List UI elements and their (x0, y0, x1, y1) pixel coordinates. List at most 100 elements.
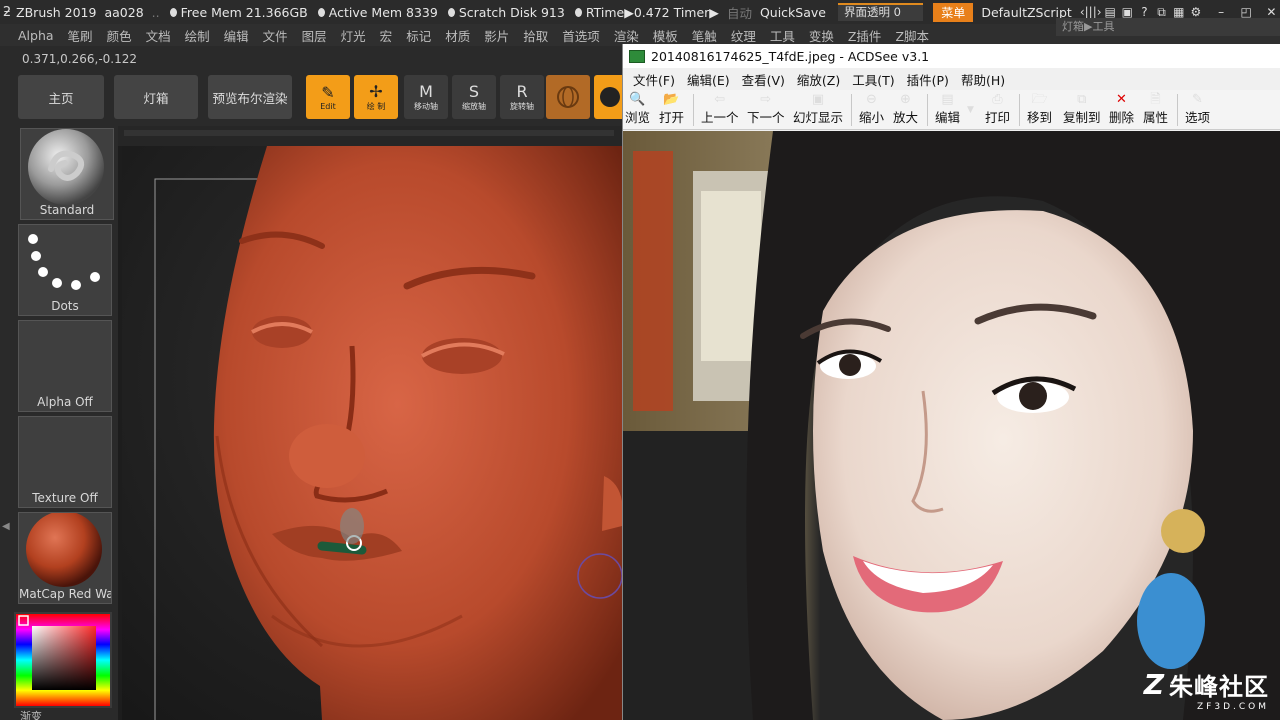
menu-zscript[interactable]: Z脚本 (888, 26, 936, 45)
edit-button[interactable]: ✎ Edit (306, 75, 350, 119)
rotate-button[interactable]: R 旋转轴 (500, 75, 544, 119)
active-mem: Active Mem 8339 (328, 4, 438, 20)
move-to-button[interactable]: 🗁 移到 (1027, 92, 1052, 126)
lightbox-tool-tab[interactable]: 灯箱▶工具 (1056, 18, 1280, 36)
previous-button[interactable]: ⇦ 上一个 (701, 92, 739, 126)
settings-icon[interactable]: ⚙ (1187, 5, 1204, 19)
menu-picker[interactable]: 拾取 (516, 26, 555, 45)
move-button[interactable]: M 移动轴 (404, 75, 448, 119)
menu-draw[interactable]: 绘制 (178, 26, 217, 45)
acd-menu-plugins[interactable]: 插件(P) (901, 70, 955, 89)
menu-edit[interactable]: 编辑 (217, 26, 256, 45)
sculpt-head-model[interactable] (122, 146, 622, 720)
tray-collapse-icon[interactable]: ◀ (2, 521, 10, 532)
preview-boolean-render-button[interactable]: 预览布尔渲染 (208, 75, 292, 119)
photo-reference-image[interactable]: Z 朱峰社区 ZF3D.COM (623, 131, 1280, 720)
close-icon[interactable]: ✕ (1263, 5, 1280, 19)
zoom-in-button[interactable]: ⊕ 放大 (893, 92, 918, 126)
menu-alpha[interactable]: Alpha (0, 28, 61, 43)
home-button[interactable]: 主页 (18, 75, 104, 119)
zbrush-logo-icon: ƻ (2, 4, 12, 20)
maximize-icon[interactable]: ◰ (1238, 5, 1255, 19)
toolbar-separator (851, 94, 852, 126)
slideshow-button[interactable]: ▣ 幻灯显示 (793, 92, 843, 126)
properties-button[interactable]: 🗎 属性 (1143, 92, 1168, 126)
swatch-icon[interactable]: ▣ (1119, 5, 1136, 19)
alpha-selector[interactable]: Alpha Off (18, 320, 112, 412)
options-button[interactable]: ✎ 选项 (1185, 92, 1210, 126)
portrait-photo (623, 131, 1280, 720)
menu-stroke[interactable]: 笔触 (685, 26, 724, 45)
browse-button[interactable]: 🔍 浏览 (625, 92, 650, 126)
menu-layer[interactable]: 图层 (295, 26, 334, 45)
layout-icon[interactable]: ▤ (1102, 5, 1119, 19)
lightbox-button[interactable]: 灯箱 (114, 75, 198, 119)
menu-file[interactable]: 文件 (256, 26, 295, 45)
user-name: aa028 (104, 4, 144, 20)
menu-stencil[interactable]: 模板 (646, 26, 685, 45)
floor-button[interactable] (594, 75, 622, 119)
menu-toggle-button[interactable]: 菜单 (933, 2, 974, 22)
acdsee-window[interactable]: 20140816174625_T4fdE.jpeg - ACDSee v3.1 … (622, 44, 1280, 720)
menu-render[interactable]: 渲染 (607, 26, 646, 45)
print-button[interactable]: ⎙ 打印 (985, 92, 1010, 126)
chevron-down-icon: ▼ (967, 105, 974, 115)
brush-selector[interactable]: Standard (20, 128, 114, 220)
site-watermark: Z 朱峰社区 ZF3D.COM (1144, 667, 1269, 712)
edit-dropdown-button[interactable]: ▼ (967, 102, 974, 120)
menu-light[interactable]: 灯光 (334, 26, 373, 45)
material-selector[interactable]: MatCap Red Wax (18, 511, 112, 604)
menu-marker[interactable]: 标记 (399, 26, 438, 45)
acd-menu-edit[interactable]: 编辑(E) (681, 70, 736, 89)
menu-macro[interactable]: 宏 (373, 26, 400, 45)
app-name: ZBrush 2019 (16, 4, 97, 20)
help-icon[interactable]: ? (1136, 5, 1153, 19)
open-button[interactable]: 📂 打开 (659, 92, 684, 126)
move-to-icon: 🗁 (1031, 92, 1048, 107)
acd-menu-file[interactable]: 文件(F) (627, 70, 681, 89)
zbrush-canvas[interactable] (122, 146, 622, 720)
acdsee-window-title: 20140816174625_T4fdE.jpeg - ACDSee v3.1 (651, 48, 930, 64)
menu-texture[interactable]: 纹理 (724, 26, 763, 45)
color-wheel-icon (16, 614, 110, 706)
left-tray: Standard Dots Alpha Off Texture Off MatC… (0, 126, 118, 720)
zf-logo-icon: Z (1143, 668, 1165, 701)
transparency-slider[interactable]: 界面透明 0 (837, 3, 924, 21)
acd-menu-view[interactable]: 查看(V) (736, 70, 791, 89)
acd-menu-zoom[interactable]: 缩放(Z) (791, 70, 846, 89)
minimize-icon[interactable]: – (1212, 5, 1229, 19)
menu-movie[interactable]: 影片 (477, 26, 516, 45)
grid-icon[interactable]: ▦ (1170, 5, 1187, 19)
scale-button[interactable]: S 缩放轴 (452, 75, 496, 119)
arrows-icon[interactable]: ‹|||› (1080, 5, 1102, 19)
draw-button[interactable]: ✢ 绘 制 (354, 75, 398, 119)
texture-selector[interactable]: Texture Off (18, 416, 112, 508)
prev-icon: ⇦ (714, 92, 726, 107)
menu-color[interactable]: 颜色 (100, 26, 139, 45)
menu-document[interactable]: 文档 (139, 26, 178, 45)
delete-button[interactable]: ✕ 删除 (1109, 92, 1134, 126)
acd-menu-tools[interactable]: 工具(T) (846, 70, 900, 89)
menu-tool[interactable]: 工具 (763, 26, 802, 45)
menu-transform[interactable]: 变换 (802, 26, 841, 45)
menu-zplugin[interactable]: Z插件 (841, 26, 889, 45)
scratch-disk: Scratch Disk 913 (458, 4, 565, 20)
edit-image-button[interactable]: ▤ 编辑 (935, 92, 960, 126)
status-dot-icon (447, 7, 455, 17)
menu-preferences[interactable]: 首选项 (555, 26, 607, 45)
scale-icon: S (468, 81, 480, 101)
alpha-label: Alpha Off (37, 395, 93, 409)
zoom-out-button[interactable]: ⊖ 缩小 (859, 92, 884, 126)
stroke-selector[interactable]: Dots (18, 224, 112, 316)
menu-brush[interactable]: 笔刷 (61, 26, 100, 45)
properties-icon: 🗎 (1150, 92, 1161, 107)
quicksave-button[interactable]: QuickSave (760, 5, 826, 20)
acdsee-titlebar[interactable]: 20140816174625_T4fdE.jpeg - ACDSee v3.1 (623, 44, 1280, 68)
copy-to-button[interactable]: ⧉ 复制到 (1063, 92, 1101, 126)
next-button[interactable]: ⇨ 下一个 (747, 92, 785, 126)
menu-material[interactable]: 材质 (438, 26, 477, 45)
color-picker[interactable] (14, 612, 112, 708)
perspective-button[interactable] (546, 75, 590, 119)
acd-menu-help[interactable]: 帮助(H) (955, 70, 1011, 89)
draw-icon: ✢ (369, 81, 383, 101)
